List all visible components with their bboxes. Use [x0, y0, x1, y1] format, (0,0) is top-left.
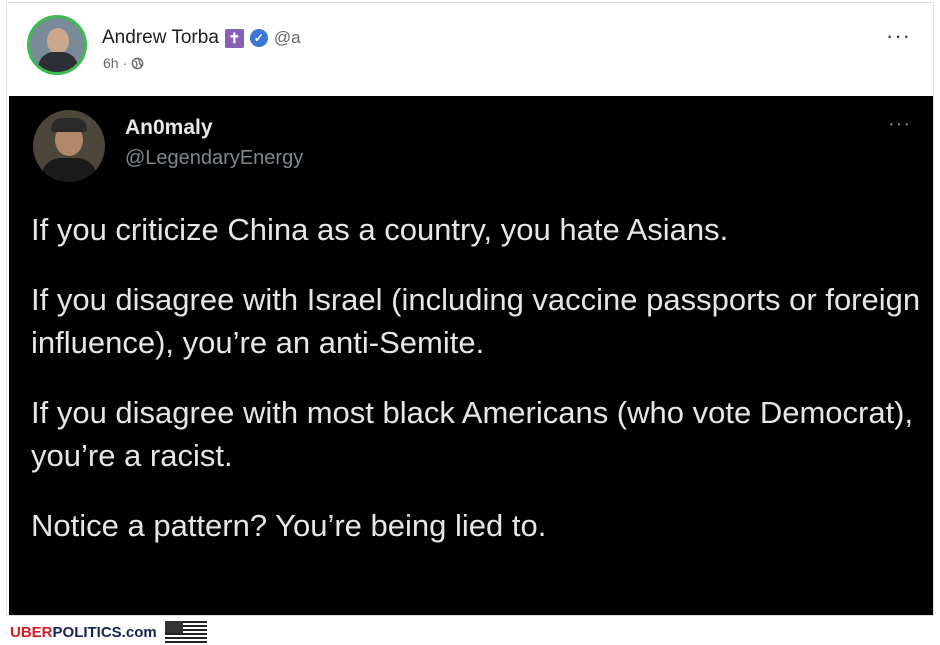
- meta-separator: ·: [122, 55, 128, 71]
- avatar-face: [47, 28, 69, 54]
- embedded-avatar[interactable]: [33, 110, 105, 182]
- post-time[interactable]: 6h: [103, 55, 119, 71]
- more-options-icon[interactable]: ···: [886, 25, 911, 47]
- globe-icon: [131, 57, 144, 69]
- embedded-tweet[interactable]: An0maly @LegendaryEnergy ··· If you crit…: [9, 96, 933, 615]
- embedded-handle[interactable]: @LegendaryEnergy: [125, 147, 303, 170]
- author-name[interactable]: Andrew Torba: [102, 27, 219, 49]
- tweet-paragraph: Notice a pattern? You’re being lied to.: [31, 508, 547, 543]
- post-header: Andrew Torba ✝ ✓ @a 6h · ···: [7, 3, 933, 93]
- author-avatar[interactable]: [27, 15, 87, 75]
- avatar-body: [38, 52, 78, 72]
- embedded-more-options-icon[interactable]: ···: [888, 114, 911, 134]
- brand-blue-part: POLITICS.com: [52, 623, 157, 641]
- footer-watermark: UBERPOLITICS.com: [10, 621, 207, 643]
- brand-red-part: UBER: [10, 623, 53, 641]
- embedded-tweet-body: If you criticize China as a country, you…: [31, 208, 921, 574]
- tweet-paragraph: If you disagree with most black American…: [31, 395, 914, 473]
- us-flag-icon: [164, 621, 207, 643]
- embedded-name[interactable]: An0maly: [125, 116, 213, 140]
- tweet-paragraph: If you disagree with Israel (including v…: [31, 282, 921, 360]
- tweet-paragraph: If you criticize China as a country, you…: [31, 212, 729, 247]
- post-meta: 6h ·: [103, 55, 144, 71]
- avatar-shirt: [41, 158, 97, 182]
- verified-badge-icon: ✓: [249, 29, 268, 47]
- cross-badge-icon: ✝: [224, 28, 244, 48]
- footer-brand: UBERPOLITICS.com: [10, 624, 157, 641]
- post-card: Andrew Torba ✝ ✓ @a 6h · ··· An0maly @Le…: [6, 2, 934, 616]
- author-handle[interactable]: @a: [274, 28, 301, 48]
- avatar-hat: [51, 118, 87, 132]
- author-row: Andrew Torba ✝ ✓ @a: [102, 27, 301, 49]
